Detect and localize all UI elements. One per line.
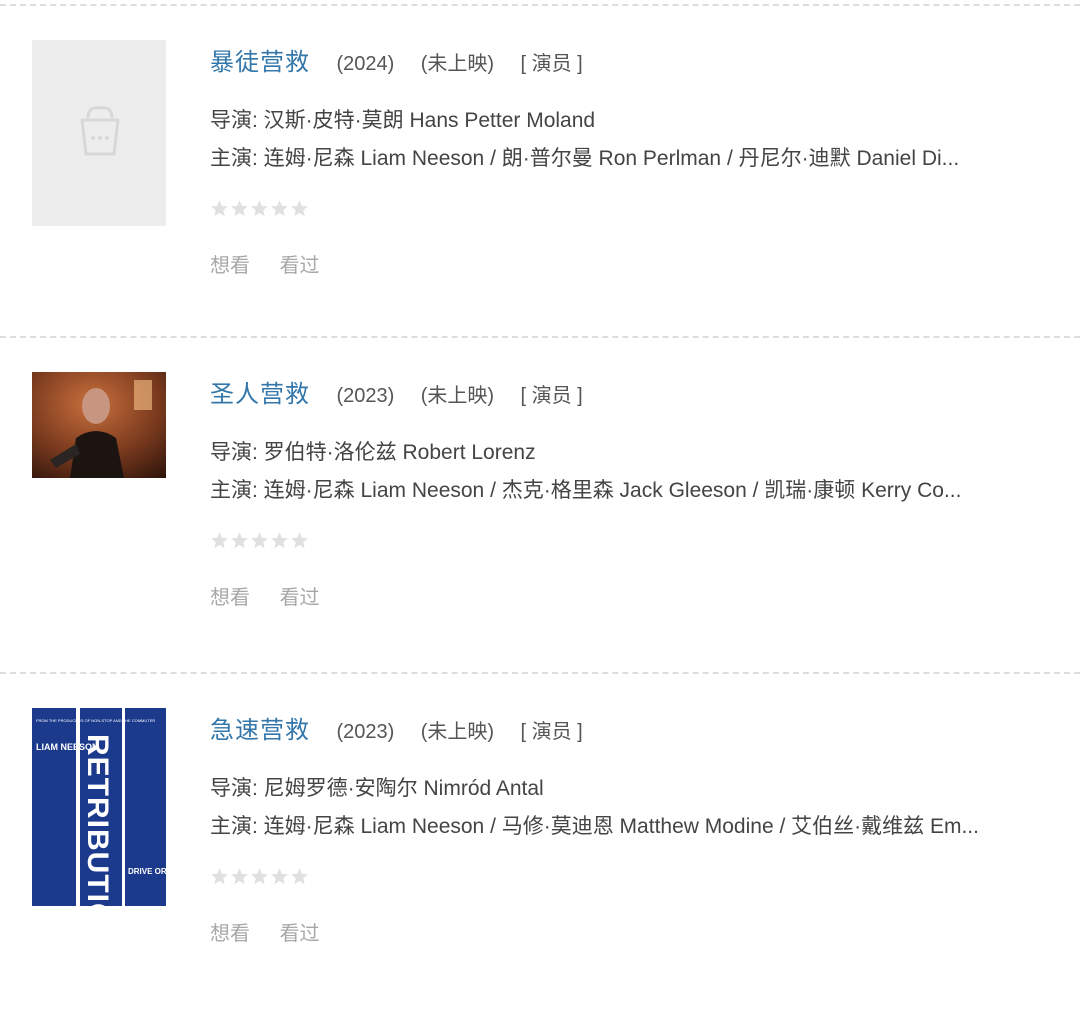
- star-icon: [251, 868, 268, 885]
- star-icon: [211, 868, 228, 885]
- star-icon: [271, 532, 288, 549]
- rating-stars: [210, 867, 1070, 889]
- list-item: 暴徒营救 (2024) (未上映) [ 演员 ] 导演: 汉斯·皮特·莫朗 Ha…: [0, 4, 1080, 340]
- want-to-watch-button[interactable]: 想看: [210, 923, 250, 945]
- role-tag: [ 演员 ]: [520, 53, 583, 75]
- poster-tagline-text: DRIVE OR DIE: [128, 867, 166, 876]
- release-status: (未上映): [420, 385, 495, 407]
- list-item: FROM THE PRODUCERS OF NON-STOP AND THE C…: [0, 672, 1080, 1008]
- movie-year: (2024): [336, 53, 395, 75]
- movie-year: (2023): [336, 721, 395, 743]
- star-icon: [271, 200, 288, 217]
- star-icon: [231, 200, 248, 217]
- watched-button[interactable]: 看过: [280, 255, 320, 277]
- star-icon: [271, 868, 288, 885]
- star-icon: [211, 200, 228, 217]
- want-to-watch-button[interactable]: 想看: [210, 255, 250, 277]
- director-line: 导演: 罗伯特·洛伦兹 Robert Lorenz: [210, 441, 536, 464]
- star-icon: [251, 200, 268, 217]
- star-icon: [291, 200, 308, 217]
- poster-image: [32, 372, 166, 478]
- cast-line: 主演: 连姆·尼森 Liam Neeson / 朗·普尔曼 Ron Perlma…: [210, 147, 960, 170]
- movie-poster[interactable]: [32, 372, 166, 478]
- poster-title-text: RETRIBUTION: [81, 734, 114, 906]
- movie-list: 暴徒营救 (2024) (未上映) [ 演员 ] 导演: 汉斯·皮特·莫朗 Ha…: [0, 0, 1080, 1008]
- director-line: 导演: 汉斯·皮特·莫朗 Hans Petter Moland: [210, 109, 596, 132]
- release-status: (未上映): [420, 721, 495, 743]
- rating-stars: [210, 531, 1070, 553]
- star-icon: [211, 532, 228, 549]
- movie-poster[interactable]: FROM THE PRODUCERS OF NON-STOP AND THE C…: [32, 708, 166, 906]
- role-tag: [ 演员 ]: [520, 721, 583, 743]
- movie-title-link[interactable]: 圣人营救: [210, 381, 310, 408]
- poster-credit-text: FROM THE PRODUCERS OF NON-STOP AND THE C…: [36, 718, 155, 723]
- star-icon: [231, 532, 248, 549]
- role-tag: [ 演员 ]: [520, 385, 583, 407]
- star-icon: [291, 532, 308, 549]
- cast-line: 主演: 连姆·尼森 Liam Neeson / 杰克·格里森 Jack Glee…: [210, 479, 962, 502]
- rating-stars: [210, 199, 1070, 221]
- star-icon: [231, 868, 248, 885]
- star-icon: [291, 868, 308, 885]
- popcorn-placeholder-icon: [80, 106, 120, 156]
- star-icon: [251, 532, 268, 549]
- movie-title-link[interactable]: 暴徒营救: [210, 49, 310, 76]
- director-line: 导演: 尼姆罗德·安陶尔 Nimród Antal: [210, 777, 544, 800]
- watched-button[interactable]: 看过: [280, 587, 320, 609]
- poster-image: FROM THE PRODUCERS OF NON-STOP AND THE C…: [32, 708, 166, 906]
- watched-button[interactable]: 看过: [280, 923, 320, 945]
- want-to-watch-button[interactable]: 想看: [210, 587, 250, 609]
- cast-line: 主演: 连姆·尼森 Liam Neeson / 马修·莫迪恩 Matthew M…: [210, 815, 979, 838]
- release-status: (未上映): [420, 53, 495, 75]
- movie-poster[interactable]: [32, 40, 166, 226]
- list-item: 圣人营救 (2023) (未上映) [ 演员 ] 导演: 罗伯特·洛伦兹 Rob…: [0, 336, 1080, 672]
- movie-title-link[interactable]: 急速营救: [210, 717, 310, 744]
- movie-year: (2023): [336, 385, 395, 407]
